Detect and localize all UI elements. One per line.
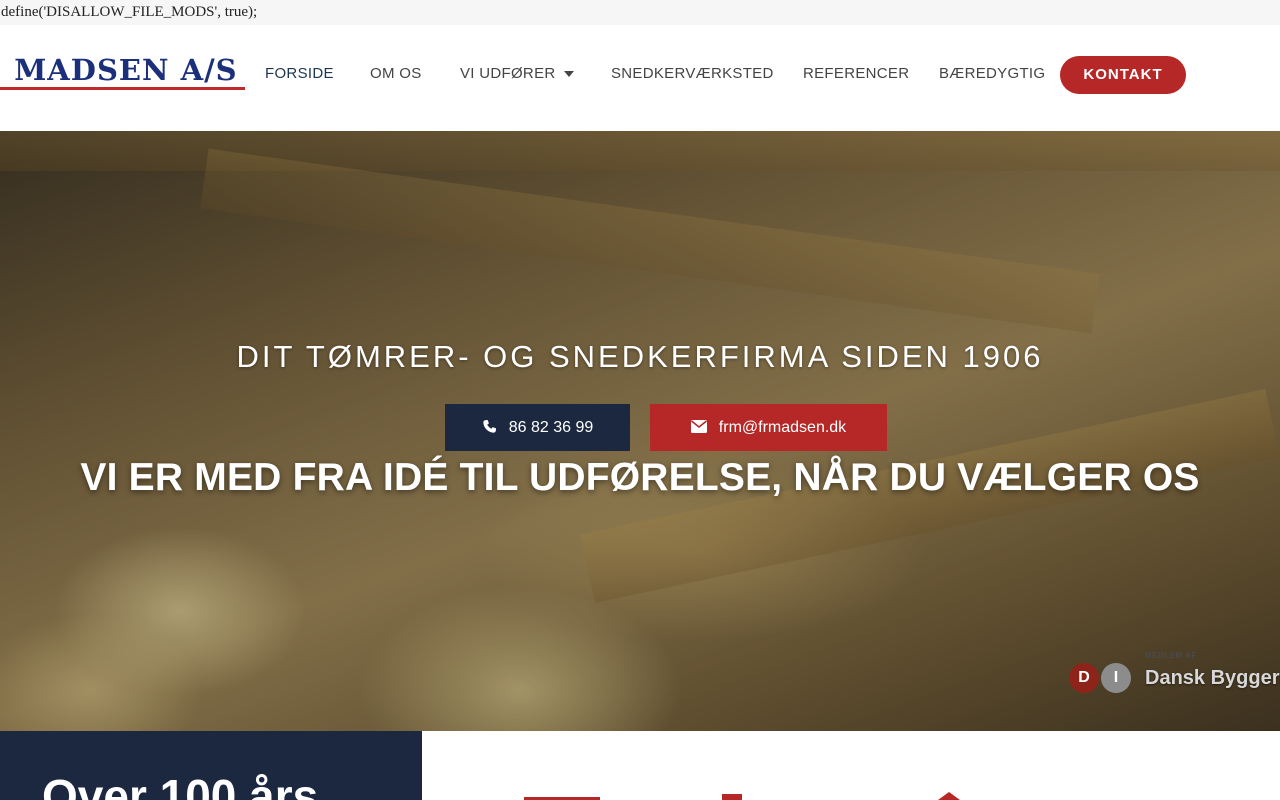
hero-overlay	[0, 131, 1280, 731]
nav-item-vi-udforer[interactable]: VI UDFØRER	[460, 65, 574, 82]
logo-underline	[0, 87, 245, 90]
badge-member-label: MEDLEM AF	[1145, 651, 1197, 660]
email-button[interactable]: frm@frmadsen.dk	[650, 404, 887, 451]
envelope-icon	[690, 419, 707, 433]
kontakt-button[interactable]: KONTAKT	[1060, 56, 1186, 94]
badge-d-logo: D	[1069, 663, 1099, 693]
dansk-byggeri-badge[interactable]: MEDLEM AF D I Dansk Byggeri	[1068, 649, 1280, 709]
php-notice-text: define('DISALLOW_FILE_MODS', true);	[0, 0, 1280, 25]
phone-icon	[483, 419, 496, 433]
nav-item-vi-udforer-label: VI UDFØRER	[460, 65, 556, 82]
feature-icon-2	[722, 794, 742, 800]
phone-button[interactable]: 86 82 36 99	[445, 404, 630, 451]
chevron-down-icon	[563, 71, 574, 78]
badge-i-logo: I	[1101, 663, 1131, 693]
intro-panel: Over 100 års	[0, 731, 422, 800]
nav-item-baeredygtig[interactable]: BÆREDYGTIG	[939, 65, 1045, 82]
features-panel	[422, 731, 1280, 800]
nav-item-om-os[interactable]: OM OS	[370, 65, 422, 82]
nav-item-snedkervaerksted[interactable]: SNEDKERVÆRKSTED	[611, 65, 774, 82]
logo-text: . MADSEN A/S	[0, 53, 238, 87]
hero-headline: VI ER MED FRA IDÉ TIL UDFØRELSE, NÅR DU …	[80, 456, 1200, 499]
phone-number: 86 82 36 99	[508, 419, 594, 436]
nav-item-referencer[interactable]: REFERENCER	[803, 65, 909, 82]
email-address: frm@frmadsen.dk	[718, 419, 847, 436]
feature-icon-3	[938, 792, 960, 800]
intro-heading: Over 100 års	[42, 770, 319, 800]
badge-organisation-name: Dansk Byggeri	[1145, 667, 1280, 689]
nav-item-forside[interactable]: FORSIDE	[265, 65, 334, 82]
hero-banner: DIT TØMRER- OG SNEDKERFIRMA SIDEN 1906 8…	[0, 131, 1280, 731]
hero-tagline: DIT TØMRER- OG SNEDKERFIRMA SIDEN 1906	[236, 339, 1044, 374]
site-header: . MADSEN A/S FORSIDE OM OS VI UDFØRER SN…	[0, 25, 1280, 131]
